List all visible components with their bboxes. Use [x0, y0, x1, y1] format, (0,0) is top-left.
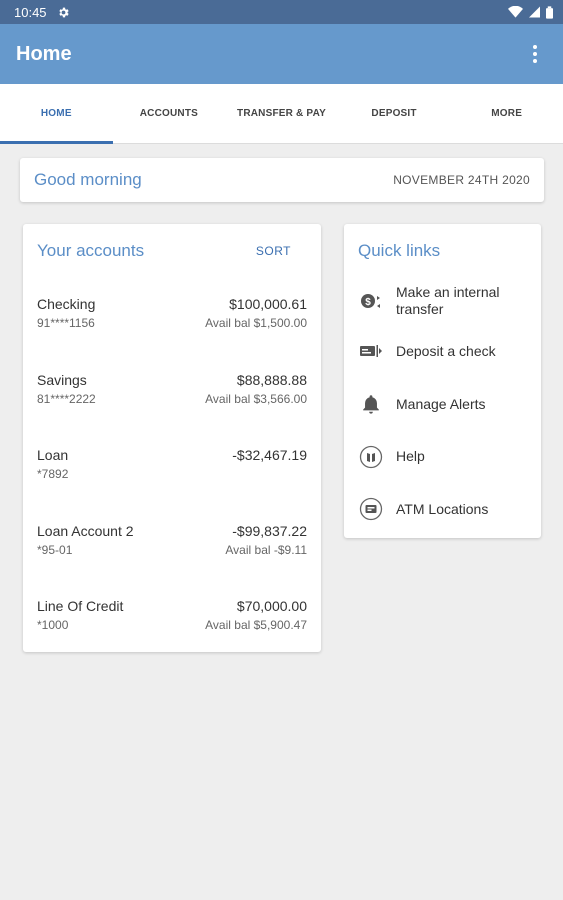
sort-button[interactable]: SORT: [256, 244, 291, 258]
account-row-line-of-credit[interactable]: Line Of Credit *1000 $70,000.00 Avail ba…: [37, 580, 307, 656]
settings-gear-icon: [57, 6, 70, 19]
quick-link-label: Deposit a check: [396, 342, 496, 359]
account-number: 81****2222: [37, 391, 96, 406]
account-name: Checking: [37, 296, 96, 312]
quick-link-help[interactable]: Help: [358, 430, 527, 483]
account-balance: -$99,837.22: [232, 522, 307, 539]
account-balance: $100,000.61: [229, 296, 307, 312]
page-title: Home: [16, 42, 72, 65]
account-row-loan[interactable]: Loan *7892 -$32,467.19: [37, 429, 307, 505]
svg-text:$: $: [365, 297, 371, 308]
tab-accounts[interactable]: ACCOUNTS: [113, 84, 226, 143]
battery-icon: [546, 5, 553, 19]
quick-link-deposit-check[interactable]: Deposit a check: [358, 324, 527, 378]
quick-link-label: Help: [396, 448, 425, 464]
tab-transfer-pay[interactable]: TRANSFER & PAY: [225, 84, 338, 143]
account-available-balance: Avail bal $3,566.00: [205, 391, 307, 406]
tab-home[interactable]: HOME: [0, 84, 113, 144]
greeting-card: Good morning NOVEMBER 24TH 2020: [20, 158, 544, 202]
account-name: Savings: [37, 371, 87, 388]
wifi-icon: [508, 6, 523, 18]
account-name: Loan Account 2: [37, 522, 134, 539]
account-available-balance: Avail bal -$9.11: [225, 542, 307, 557]
accounts-card: Your accounts SORT Checking 91****1156 $…: [23, 224, 321, 652]
quick-link-internal-transfer[interactable]: $ Make an internal transfer: [358, 278, 527, 324]
account-balance: -$32,467.19: [232, 447, 307, 463]
account-row-savings[interactable]: Savings 81****2222 $88,888.88 Avail bal …: [37, 354, 307, 430]
bell-icon: [358, 391, 384, 417]
quick-link-label: ATM Locations: [396, 500, 489, 517]
help-icon: [358, 444, 384, 470]
accounts-title: Your accounts: [37, 241, 145, 260]
tab-deposit[interactable]: DEPOSIT: [338, 84, 451, 143]
quick-links-card: Quick links $ Make an internal transfer …: [344, 224, 541, 538]
status-time: 10:45: [14, 4, 47, 20]
account-balance: $70,000.00: [236, 598, 307, 614]
transfer-icon: $: [358, 288, 384, 314]
account-number: *1000: [37, 618, 69, 632]
account-number: 91****1156: [37, 316, 95, 330]
greeting-date: NOVEMBER 24TH 2020: [393, 173, 530, 187]
tab-more[interactable]: MORE: [450, 84, 563, 143]
account-name: Line Of Credit: [37, 598, 124, 614]
account-row-checking[interactable]: Checking 91****1156 $100,000.61 Avail ba…: [37, 278, 307, 354]
signal-icon: [529, 6, 540, 18]
quick-links-title: Quick links: [358, 241, 441, 260]
accounts-header: Your accounts SORT: [37, 224, 307, 278]
atm-icon: [358, 496, 384, 522]
account-available-balance: Avail bal $1,500.00: [205, 316, 307, 330]
status-bar: 10:45: [0, 0, 563, 24]
overflow-menu-icon[interactable]: [523, 42, 547, 66]
account-row-loan-account-2[interactable]: Loan Account 2 *95-01 -$99,837.22 Avail …: [37, 505, 307, 581]
quick-link-label: Make an internal transfer: [396, 284, 500, 317]
tab-bar: HOME ACCOUNTS TRANSFER & PAY DEPOSIT MOR…: [0, 84, 563, 144]
quick-link-atm-locations[interactable]: ATM Locations: [358, 483, 527, 535]
greeting-text: Good morning: [34, 170, 142, 189]
check-deposit-icon: [358, 338, 384, 364]
account-available-balance: Avail bal $5,900.47: [205, 618, 307, 632]
account-name: Loan: [37, 447, 69, 463]
account-number: *95-01: [37, 542, 73, 557]
quick-link-manage-alerts[interactable]: Manage Alerts: [358, 378, 527, 430]
quick-link-label: Manage Alerts: [396, 395, 486, 412]
account-balance: $88,888.88: [236, 371, 307, 388]
account-number: *7892: [37, 467, 69, 481]
app-bar: Home: [0, 24, 563, 84]
